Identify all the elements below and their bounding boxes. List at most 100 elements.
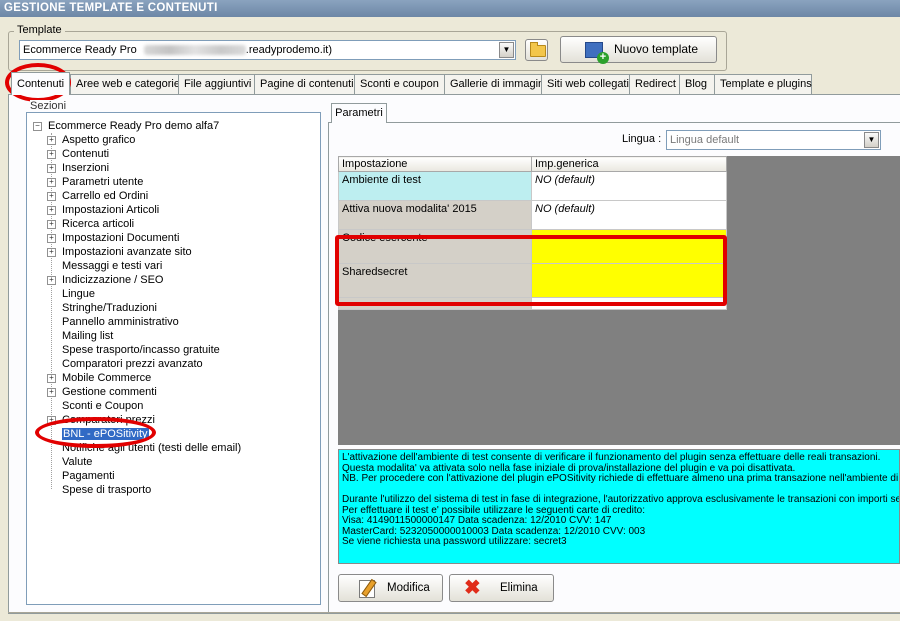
divider: [8, 612, 900, 613]
tree-item[interactable]: Sconti e Coupon: [47, 399, 143, 413]
expand-icon[interactable]: +: [47, 247, 56, 257]
tree-item[interactable]: Spese di trasporto: [47, 483, 151, 497]
lingua-select-value: Lingua default: [670, 134, 740, 146]
tree-item-label: Ricerca articoli: [62, 218, 135, 230]
tree-item[interactable]: Comparatori prezzi avanzato: [47, 357, 203, 371]
tab-file-aggiuntivi[interactable]: File aggiuntivi: [178, 74, 265, 94]
tree-item[interactable]: Spese trasporto/incasso gratuite: [47, 343, 220, 357]
column-header-imp-generica[interactable]: Imp.generica: [531, 156, 727, 172]
elimina-button[interactable]: ✖ Elimina: [449, 574, 554, 602]
chevron-down-icon[interactable]: ▼: [499, 42, 514, 58]
tree-item[interactable]: Lingue: [47, 287, 95, 301]
modifica-label: Modifica: [387, 582, 430, 594]
info-line: Visa: 4149011500000147 Data scadenza: 12…: [342, 515, 612, 526]
tab-gallerie[interactable]: Gallerie di immagini: [444, 74, 551, 94]
setting-name[interactable]: Ambiente di test: [338, 171, 532, 201]
grid-header-row: Impostazione Imp.generica: [338, 156, 727, 172]
expand-icon[interactable]: +: [47, 149, 56, 159]
modifica-button[interactable]: Modifica: [338, 574, 443, 602]
tree-item[interactable]: Mailing list: [47, 329, 113, 343]
tab-parametri[interactable]: Parametri: [331, 103, 387, 123]
setting-value[interactable]: NO (default): [531, 200, 727, 230]
tree-item[interactable]: + Contenuti: [47, 147, 109, 161]
tree-item[interactable]: Messaggi e testi vari: [47, 259, 162, 273]
tree-item-label: Messaggi e testi vari: [62, 260, 163, 272]
expand-icon[interactable]: +: [47, 275, 56, 285]
info-panel: L'attivazione dell'ambiente di test cons…: [338, 449, 900, 564]
folder-icon: [530, 42, 546, 57]
column-header-impostazione[interactable]: Impostazione: [338, 156, 532, 172]
elimina-label: Elimina: [500, 582, 538, 594]
table-row[interactable]: Ambiente di test NO (default): [338, 171, 727, 201]
tree-item[interactable]: Stringhe/Traduzioni: [47, 301, 157, 315]
tree-item[interactable]: + Ricerca articoli: [47, 217, 134, 231]
tab-blog[interactable]: Blog: [679, 74, 719, 94]
tree-item-label: Pannello amministrativo: [62, 316, 179, 328]
highlight-ring-settings: [335, 235, 727, 306]
setting-value[interactable]: NO (default): [531, 171, 727, 201]
tree-item[interactable]: + Impostazioni Documenti: [47, 231, 179, 245]
delete-icon: ✖: [464, 577, 481, 599]
tree-item-label: Carrello ed Ordini: [62, 190, 149, 202]
lingua-select[interactable]: Lingua default ▼: [666, 130, 881, 150]
setting-name[interactable]: Attiva nuova modalita' 2015: [338, 200, 532, 230]
tree-item[interactable]: + Impostazioni Articoli: [47, 203, 159, 217]
new-template-button[interactable]: Nuovo template: [560, 36, 717, 64]
tab-siti-collegati[interactable]: Siti web collegati: [541, 74, 636, 94]
expand-icon[interactable]: +: [47, 177, 56, 187]
tree-item[interactable]: + Mobile Commerce: [47, 371, 151, 385]
tree-item-label: Stringhe/Traduzioni: [62, 302, 157, 314]
tree-item-label: Spese trasporto/incasso gratuite: [62, 344, 220, 356]
expand-icon[interactable]: +: [47, 135, 56, 145]
tree-item[interactable]: Pannello amministrativo: [47, 315, 179, 329]
collapse-icon[interactable]: −: [33, 121, 42, 131]
tree-item[interactable]: + Indicizzazione / SEO: [47, 273, 164, 287]
template-select-prefix: Ecommerce Ready Pro: [23, 44, 137, 56]
tree-item[interactable]: Pagamenti: [47, 469, 115, 483]
expand-icon[interactable]: +: [47, 387, 56, 397]
blurred-hostname: [143, 45, 246, 56]
chevron-down-icon[interactable]: ▼: [864, 132, 879, 148]
open-folder-button[interactable]: [525, 39, 548, 61]
expand-icon[interactable]: +: [47, 163, 56, 173]
tree-root[interactable]: − Ecommerce Ready Pro demo alfa7: [33, 119, 219, 133]
tab-template-plugins[interactable]: Template e plugins: [714, 74, 812, 94]
tree-item-label: Mailing list: [62, 330, 114, 342]
table-row[interactable]: Attiva nuova modalita' 2015 NO (default): [338, 200, 727, 230]
template-select[interactable]: Ecommerce Ready Pro .readyprodemo.it) ▼: [19, 40, 516, 60]
tree-item-label: Valute: [62, 456, 93, 468]
expand-icon[interactable]: +: [47, 219, 56, 229]
template-select-suffix: .readyprodemo.it): [245, 44, 332, 56]
tree-item[interactable]: + Impostazioni avanzate sito: [47, 245, 192, 259]
expand-icon[interactable]: +: [47, 191, 56, 201]
tree-item[interactable]: + Carrello ed Ordini: [47, 189, 148, 203]
new-template-label: Nuovo template: [614, 42, 699, 56]
info-line: Durante l'utilizzo del sistema di test i…: [342, 494, 900, 505]
tree-item[interactable]: + Inserzioni: [47, 161, 109, 175]
tree-item-label: Aspetto grafico: [62, 134, 136, 146]
tab-sconti-coupon[interactable]: Sconti e coupon: [354, 74, 452, 94]
expand-icon[interactable]: +: [47, 233, 56, 243]
tree-item-label: Mobile Commerce: [62, 372, 152, 384]
tab-contenuti[interactable]: Contenuti: [11, 72, 70, 95]
tab-aree-web[interactable]: Aree web e categorie: [70, 74, 186, 94]
info-line: Se viene richiesta una password utilizza…: [342, 536, 567, 547]
info-line: L'attivazione dell'ambiente di test cons…: [342, 452, 881, 463]
expand-icon[interactable]: +: [47, 205, 56, 215]
info-line: NB. Per procedere con l'attivazione del …: [342, 473, 899, 484]
tree-group-label: Sezioni: [30, 100, 67, 112]
tree-item[interactable]: Valute: [47, 455, 92, 469]
section-tree[interactable]: − Ecommerce Ready Pro demo alfa7 + Aspetto…: [26, 112, 321, 605]
expand-icon[interactable]: +: [47, 373, 56, 383]
highlight-ring-bnl: [35, 417, 156, 448]
tree-item[interactable]: + Gestione commenti: [47, 385, 157, 399]
tree-item[interactable]: + Aspetto grafico: [47, 133, 135, 147]
edit-icon: [359, 580, 375, 598]
new-template-icon: [585, 42, 609, 64]
tree-item-label: Comparatori prezzi avanzato: [62, 358, 203, 370]
tree-item-label: Impostazioni Articoli: [62, 204, 160, 216]
tree-root-label: Ecommerce Ready Pro demo alfa7: [48, 120, 220, 132]
tab-pagine-contenuti[interactable]: Pagine di contenuti: [254, 74, 362, 94]
tree-item[interactable]: + Parametri utente: [47, 175, 143, 189]
tree-item-label: Pagamenti: [62, 470, 115, 482]
